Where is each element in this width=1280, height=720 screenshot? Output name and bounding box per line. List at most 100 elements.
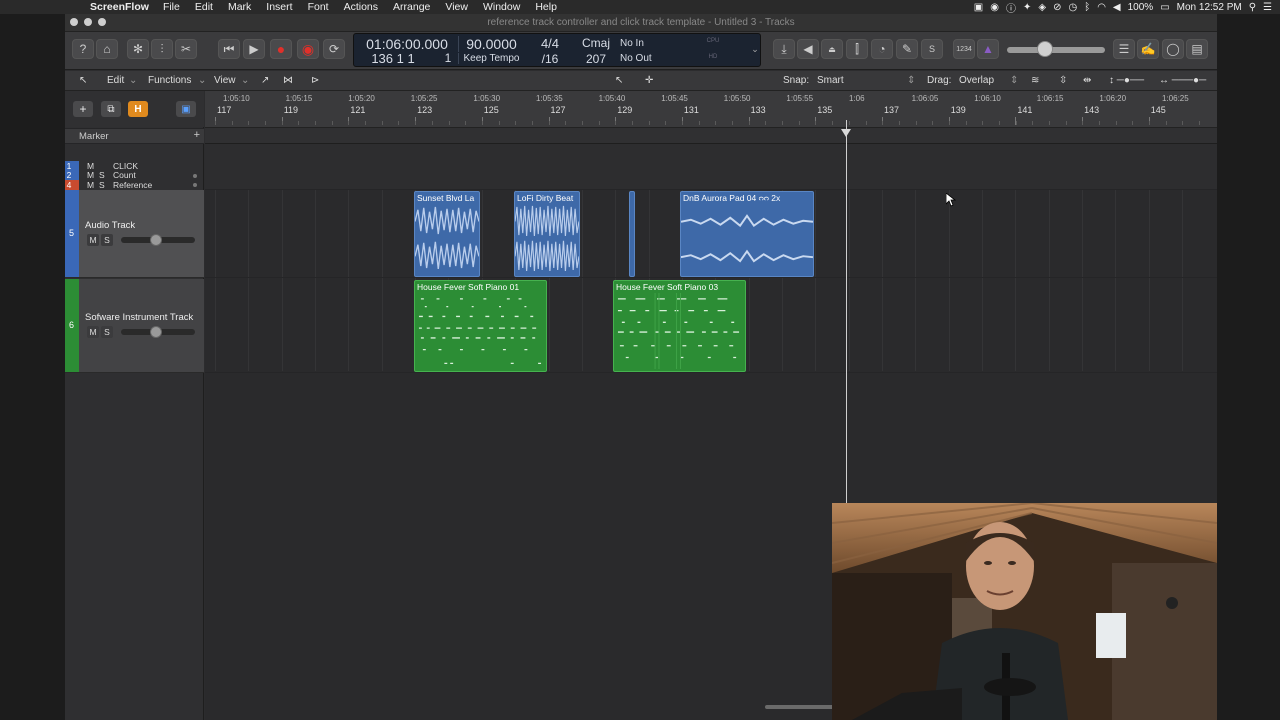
- vertical-zoom-icon[interactable]: ⇳: [1059, 75, 1067, 86]
- lcd-display[interactable]: 01:06:00.000 136 1 1 1 90.0000 Keep Temp…: [353, 33, 761, 67]
- help-icon[interactable]: ?: [72, 39, 94, 59]
- mute-button[interactable]: M: [87, 234, 99, 246]
- capture-recording-button[interactable]: ◉: [297, 39, 319, 59]
- notepad-icon[interactable]: ✍: [1137, 39, 1159, 59]
- volume-icon[interactable]: ◀: [1113, 2, 1121, 13]
- clock-icon[interactable]: ◷: [1068, 2, 1077, 13]
- tuner-icon[interactable]: ⫿: [846, 39, 868, 59]
- count-in-icon[interactable]: 1234: [953, 39, 975, 59]
- record-status-icon[interactable]: ◉: [990, 2, 999, 13]
- horizontal-zoom-icon[interactable]: ⇹: [1083, 75, 1091, 86]
- automation-icon[interactable]: ↗: [261, 75, 269, 86]
- menu-insert[interactable]: Insert: [266, 1, 292, 13]
- screenflow-icon[interactable]: ▣: [974, 2, 983, 13]
- battery-icon[interactable]: ▭: [1160, 2, 1169, 13]
- pencil-icon[interactable]: ✎: [896, 39, 918, 59]
- master-volume-slider[interactable]: [1007, 47, 1105, 53]
- solo-button[interactable]: S: [101, 326, 113, 338]
- back-arrow-icon[interactable]: ↖: [79, 75, 87, 86]
- global-tracks-button[interactable]: ▣: [176, 101, 196, 117]
- pointer-tool-icon[interactable]: ↖: [615, 75, 623, 86]
- duplicate-track-button[interactable]: ⧉: [101, 101, 121, 117]
- edit-chevron-icon[interactable]: ⌄: [129, 75, 137, 86]
- auto-input-icon[interactable]: ⏏: [821, 39, 843, 59]
- track-software-instrument[interactable]: 6 Sofware Instrument Track M S: [65, 279, 204, 373]
- marker-track-header[interactable]: Marker +: [65, 128, 204, 144]
- record-enable-dot[interactable]: [193, 173, 197, 178]
- browsers-icon[interactable]: ▤: [1186, 39, 1208, 59]
- menu-help[interactable]: Help: [535, 1, 557, 13]
- snap-select[interactable]: Smart: [817, 75, 844, 86]
- menu-font[interactable]: Font: [308, 1, 329, 13]
- mixer-icon[interactable]: ⫶: [151, 39, 173, 59]
- notification-center-icon[interactable]: ☰: [1263, 2, 1272, 13]
- midi-region[interactable]: House Fever Soft Piano 01: [414, 280, 547, 372]
- dropbox-icon[interactable]: ✦: [1023, 2, 1031, 13]
- spotlight-icon[interactable]: ⚲: [1249, 2, 1256, 13]
- add-marker-icon[interactable]: +: [194, 129, 200, 141]
- list-editors-icon[interactable]: ☰: [1113, 39, 1135, 59]
- marquee-tool-icon[interactable]: ✛: [645, 75, 653, 86]
- mute-button[interactable]: M: [87, 161, 99, 171]
- track-count[interactable]: 2 M S Count: [65, 170, 204, 180]
- playhead-handle[interactable]: [841, 129, 851, 137]
- track-click[interactable]: 1 M CLICK: [65, 161, 204, 171]
- drag-select[interactable]: Overlap: [959, 75, 994, 86]
- ruler[interactable]: 1:05:10 1:05:15 1:05:20 1:05:25 1:05:30 1:05:…: [205, 91, 1217, 128]
- volume-knob[interactable]: [150, 234, 162, 246]
- mute-button[interactable]: M: [87, 326, 99, 338]
- wifi-icon[interactable]: ◠: [1097, 2, 1106, 13]
- menu-view[interactable]: View: [445, 1, 468, 13]
- menu-actions[interactable]: Actions: [344, 1, 378, 13]
- track-reference[interactable]: 4 M S Reference: [65, 180, 204, 190]
- record-enable-dot[interactable]: [193, 183, 197, 187]
- menu-edit[interactable]: Edit: [195, 1, 213, 13]
- clock-text[interactable]: Mon 12:52 PM: [1177, 2, 1242, 13]
- record-button[interactable]: ●: [270, 39, 292, 59]
- zoom-window-button[interactable]: [98, 18, 106, 26]
- lcd-menu-chevron-icon[interactable]: ⌄: [750, 44, 760, 55]
- hide-tracks-button[interactable]: H: [128, 101, 148, 117]
- audio-region[interactable]: LoFi Dirty Beat: [514, 191, 580, 277]
- no-entry-icon[interactable]: ⊘: [1053, 2, 1061, 13]
- menu-app-name[interactable]: ScreenFlow: [90, 1, 149, 13]
- mute-button[interactable]: M: [87, 180, 99, 190]
- s-icon[interactable]: S: [921, 39, 943, 59]
- horizontal-zoom-slider[interactable]: ↔ ───●─: [1159, 75, 1206, 86]
- audio-region[interactable]: [629, 191, 635, 277]
- bluetooth-icon[interactable]: ᛒ: [1084, 2, 1090, 13]
- metronome-speaker-icon[interactable]: ◀: [797, 39, 819, 59]
- view-menu[interactable]: View: [214, 75, 236, 86]
- flex-icon[interactable]: ⋈: [283, 75, 293, 86]
- master-volume-knob[interactable]: [1037, 41, 1053, 57]
- edit-menu[interactable]: Edit: [107, 75, 124, 86]
- minimize-window-button[interactable]: [84, 18, 92, 26]
- scrollbar-thumb[interactable]: [765, 705, 835, 709]
- metronome-icon[interactable]: ▲: [977, 39, 999, 59]
- audio-region[interactable]: Sunset Blvd La: [414, 191, 480, 277]
- volume-knob[interactable]: [150, 326, 162, 338]
- track-audio[interactable]: 5 Audio Track M S: [65, 190, 204, 278]
- menu-arrange[interactable]: Arrange: [393, 1, 430, 13]
- replace-icon[interactable]: ⤓: [773, 39, 795, 59]
- inbox-icon[interactable]: ⌂: [96, 39, 118, 59]
- waveform-zoom-icon[interactable]: ≋: [1031, 75, 1039, 86]
- marker-lane[interactable]: [205, 128, 1217, 144]
- menu-file[interactable]: File: [163, 1, 180, 13]
- drag-chevron-icon[interactable]: ⇕: [1010, 75, 1018, 86]
- menu-mark[interactable]: Mark: [228, 1, 251, 13]
- functions-menu[interactable]: Functions: [148, 75, 191, 86]
- eye-icon[interactable]: ◈: [1038, 2, 1046, 13]
- midi-region[interactable]: House Fever Soft Piano 03: [613, 280, 746, 372]
- snap-chevron-icon[interactable]: ⇕: [907, 75, 915, 86]
- solo-button[interactable]: S: [101, 234, 113, 246]
- info-icon[interactable]: ⓘ: [1006, 0, 1016, 15]
- vertical-zoom-slider[interactable]: ↕ ─●──: [1109, 75, 1144, 86]
- gauge-icon[interactable]: ◔: [871, 39, 893, 59]
- loop-browser-icon[interactable]: ◯: [1162, 39, 1184, 59]
- add-track-button[interactable]: +: [73, 101, 93, 117]
- audio-region[interactable]: DnB Aurora Pad 04 ᴒᴒ 2x: [680, 191, 814, 277]
- play-button[interactable]: ▶: [243, 39, 265, 59]
- functions-chevron-icon[interactable]: ⌄: [198, 75, 206, 86]
- cycle-icon[interactable]: ⟳: [323, 39, 345, 59]
